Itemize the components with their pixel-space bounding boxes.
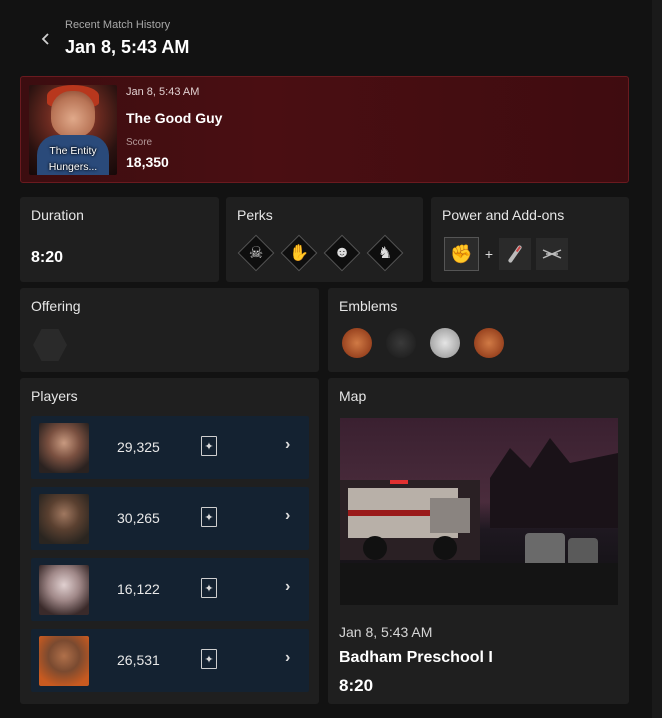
perks-panel: Perks ☠ ✋ ☻ ♞ xyxy=(226,197,423,282)
perk-icon-3[interactable]: ☻ xyxy=(323,234,361,272)
map-name: Badham Preschool I xyxy=(339,649,493,666)
player-score: 29,325 xyxy=(117,439,160,455)
perk-icon-4[interactable]: ♞ xyxy=(366,234,404,272)
chevron-right-icon: › xyxy=(285,507,291,524)
addon-icon-1[interactable] xyxy=(499,238,531,270)
player-score: 26,531 xyxy=(117,652,160,668)
header: Recent Match History Jan 8, 5:43 AM xyxy=(0,0,652,70)
portrait-caption-line-1: The Entity xyxy=(49,145,97,157)
power-addons-panel: Power and Add-ons ✊ + xyxy=(431,197,629,282)
player-row[interactable]: 26,531 ✦ › xyxy=(31,629,309,692)
match-date: Jan 8, 5:43 AM xyxy=(126,86,200,98)
chevron-right-icon: › xyxy=(285,436,291,453)
player-score: 30,265 xyxy=(117,510,160,526)
portrait-caption-line-2: Hungers... xyxy=(48,161,98,173)
addon-icon-2[interactable] xyxy=(536,238,568,270)
escape-door-icon: ✦ xyxy=(201,436,217,456)
emblem-icon-1[interactable] xyxy=(340,326,374,360)
chevron-left-icon xyxy=(41,33,49,45)
escape-door-icon: ✦ xyxy=(201,649,217,669)
duration-label: Duration xyxy=(31,207,84,223)
plus-sign: + xyxy=(484,246,494,262)
avatar xyxy=(39,565,89,615)
offering-empty-icon xyxy=(33,329,67,361)
escape-door-icon: ✦ xyxy=(201,578,217,598)
emblems-label: Emblems xyxy=(339,298,398,314)
perk-icon-2[interactable]: ✋ xyxy=(280,234,318,272)
score-value: 18,350 xyxy=(126,154,169,170)
player-row[interactable]: 16,122 ✦ › xyxy=(31,558,309,621)
avatar xyxy=(39,494,89,544)
map-panel: Map Jan 8, 5:43 AM Badham Preschool I 8:… xyxy=(328,378,629,704)
chevron-right-icon: › xyxy=(285,578,291,595)
match-summary-card: The Entity Hungers... Jan 8, 5:43 AM The… xyxy=(20,76,629,183)
duration-panel: Duration 8:20 xyxy=(20,197,219,282)
emblem-icon-3[interactable] xyxy=(428,326,462,360)
perk-icon-1[interactable]: ☠ xyxy=(237,234,275,272)
players-panel: Players 29,325 ✦ › 30,265 ✦ › 16,122 ✦ ›… xyxy=(20,378,319,704)
duration-value: 8:20 xyxy=(31,249,64,266)
page-subtitle: Recent Match History xyxy=(65,19,171,31)
map-duration: 8:20 xyxy=(339,676,374,695)
back-button[interactable] xyxy=(36,28,56,50)
offering-label: Offering xyxy=(31,298,81,314)
map-date: Jan 8, 5:43 AM xyxy=(339,624,433,640)
chevron-right-icon: › xyxy=(285,649,291,666)
map-label: Map xyxy=(339,388,367,404)
avatar xyxy=(39,636,89,686)
power-icon[interactable]: ✊ xyxy=(444,237,479,271)
portrait-caption: The Entity Hungers... xyxy=(29,143,117,175)
offering-panel: Offering xyxy=(20,288,319,372)
escape-door-icon: ✦ xyxy=(201,507,217,527)
map-image xyxy=(340,418,618,605)
score-label: Score xyxy=(126,137,153,148)
right-scroll-rail xyxy=(652,0,662,718)
killer-name: The Good Guy xyxy=(126,110,223,126)
power-addons-label: Power and Add-ons xyxy=(442,207,565,223)
players-label: Players xyxy=(31,388,78,404)
emblems-panel: Emblems xyxy=(328,288,629,372)
player-row[interactable]: 30,265 ✦ › xyxy=(31,487,309,550)
page-title: Jan 8, 5:43 AM xyxy=(65,37,190,57)
emblem-icon-4[interactable] xyxy=(472,326,506,360)
killer-portrait: The Entity Hungers... xyxy=(29,85,117,175)
avatar xyxy=(39,423,89,473)
player-score: 16,122 xyxy=(117,581,160,597)
perks-label: Perks xyxy=(237,207,273,223)
emblem-icon-2[interactable] xyxy=(384,326,418,360)
player-row[interactable]: 29,325 ✦ › xyxy=(31,416,309,479)
